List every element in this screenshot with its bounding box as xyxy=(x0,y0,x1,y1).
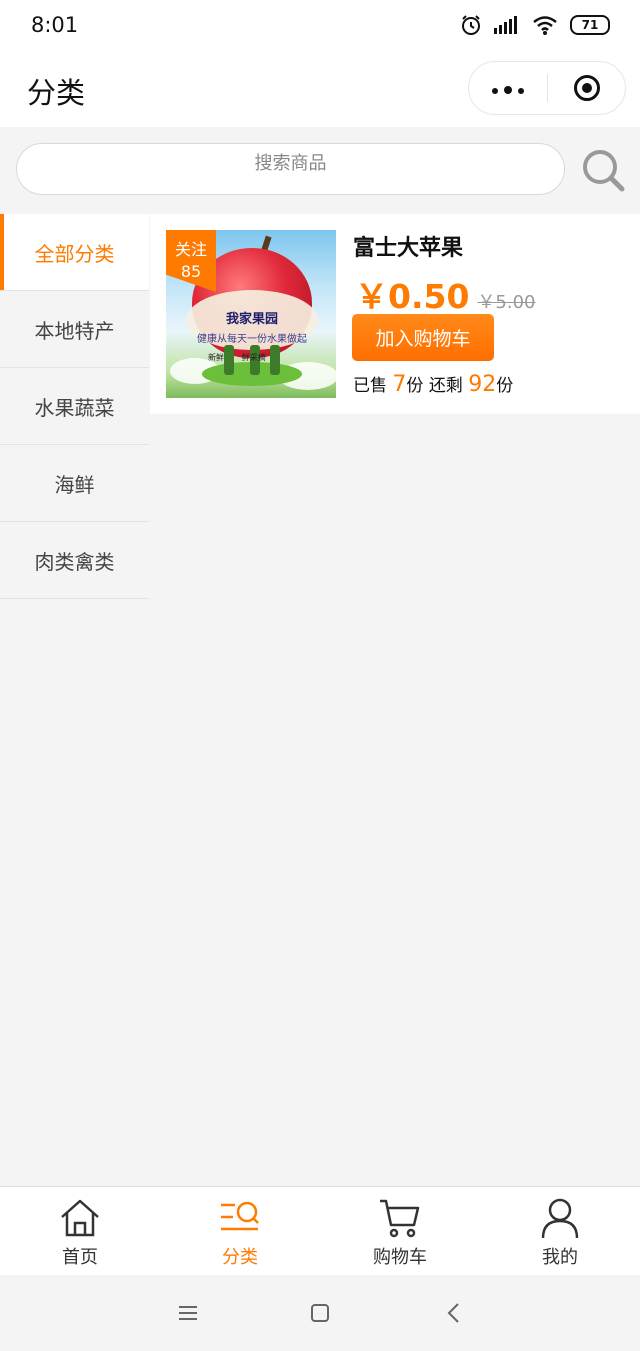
tab-home[interactable]: 首页 xyxy=(0,1187,160,1275)
image-text-title: 我家果园 xyxy=(225,312,278,327)
category-item-fruit-vegetable[interactable]: 水果蔬菜 xyxy=(0,368,149,445)
menu-icon[interactable] xyxy=(174,1299,202,1327)
price-row: ￥0.50 ￥5.00 xyxy=(355,270,536,318)
home-square-icon[interactable] xyxy=(306,1299,334,1327)
status-bar: 8:01 71 xyxy=(0,0,640,54)
sold-label: 已售 xyxy=(353,376,387,396)
remain-count: 92 xyxy=(468,372,497,397)
palm-shape xyxy=(270,345,280,375)
more-icon xyxy=(489,79,527,98)
category-label: 海鲜 xyxy=(54,472,95,497)
tab-label: 我的 xyxy=(542,1247,578,1268)
page-title: 分类 xyxy=(27,76,86,110)
wifi-icon xyxy=(533,16,557,35)
stock-info: 已售 7份 还剩 92份 xyxy=(353,371,513,397)
image-text-slogan: 健康从每天一份水果做起 xyxy=(197,334,307,345)
sold-count: 7 xyxy=(392,372,407,397)
capsule-menu xyxy=(468,61,626,115)
image-text-fresh: 新鲜 鲜采摘 xyxy=(208,353,266,362)
product-card[interactable]: 我家果园 健康从每天一份水果做起 新鲜 鲜采摘 关注 85 富士大苹果 ￥0.5… xyxy=(150,214,640,414)
nav-bar: 分类 xyxy=(0,54,640,127)
status-icons: 71 xyxy=(460,14,610,36)
search-icon xyxy=(583,150,625,192)
category-item-local-specialty[interactable]: 本地特产 xyxy=(0,291,149,368)
tab-category[interactable]: 分类 xyxy=(160,1187,320,1275)
back-icon[interactable] xyxy=(440,1299,468,1327)
cart-icon xyxy=(380,1199,420,1238)
search-input[interactable]: 搜索商品 xyxy=(16,143,565,195)
category-sidebar: 全部分类 本地特产 水果蔬菜 海鲜 肉类禽类 xyxy=(0,214,149,599)
current-price: ￥0.50 xyxy=(355,277,470,316)
sold-unit: 份 xyxy=(406,376,424,396)
tab-label: 购物车 xyxy=(373,1247,427,1268)
category-item-seafood[interactable]: 海鲜 xyxy=(0,445,149,522)
category-item-all[interactable]: 全部分类 xyxy=(0,214,149,291)
alarm-icon xyxy=(462,15,480,35)
target-icon xyxy=(573,75,600,101)
category-label: 水果蔬菜 xyxy=(34,395,115,420)
search-button[interactable] xyxy=(580,147,628,195)
signal-icon xyxy=(494,16,517,34)
product-name: 富士大苹果 xyxy=(353,236,464,261)
category-label: 全部分类 xyxy=(34,241,115,266)
add-to-cart-button[interactable]: 加入购物车 xyxy=(352,314,494,361)
original-price: ￥5.00 xyxy=(477,292,536,313)
category-icon xyxy=(221,1201,259,1231)
category-item-meat-poultry[interactable]: 肉类禽类 xyxy=(0,522,149,599)
tab-bar: 首页 分类 购物车 我的 xyxy=(0,1186,640,1275)
remain-label: 还剩 xyxy=(428,376,463,396)
search-bar: 搜索商品 xyxy=(0,127,640,214)
category-label: 肉类禽类 xyxy=(34,549,115,574)
remain-unit: 份 xyxy=(496,376,514,396)
home-icon xyxy=(61,1199,99,1237)
tab-mine[interactable]: 我的 xyxy=(480,1187,640,1275)
system-nav-bar xyxy=(0,1275,640,1351)
image-caption: 我家果园 健康从每天一份水果做起 xyxy=(196,308,308,345)
more-menu-button[interactable] xyxy=(469,62,547,114)
category-label: 本地特产 xyxy=(34,318,115,343)
status-time: 8:01 xyxy=(31,13,79,37)
follow-label: 关注 xyxy=(174,240,207,259)
tab-label: 分类 xyxy=(222,1247,258,1268)
tab-cart[interactable]: 购物车 xyxy=(320,1187,480,1275)
tab-label: 首页 xyxy=(62,1247,98,1268)
close-miniprogram-button[interactable] xyxy=(548,62,625,114)
battery-icon: 71 xyxy=(570,15,610,35)
user-icon xyxy=(541,1198,579,1239)
